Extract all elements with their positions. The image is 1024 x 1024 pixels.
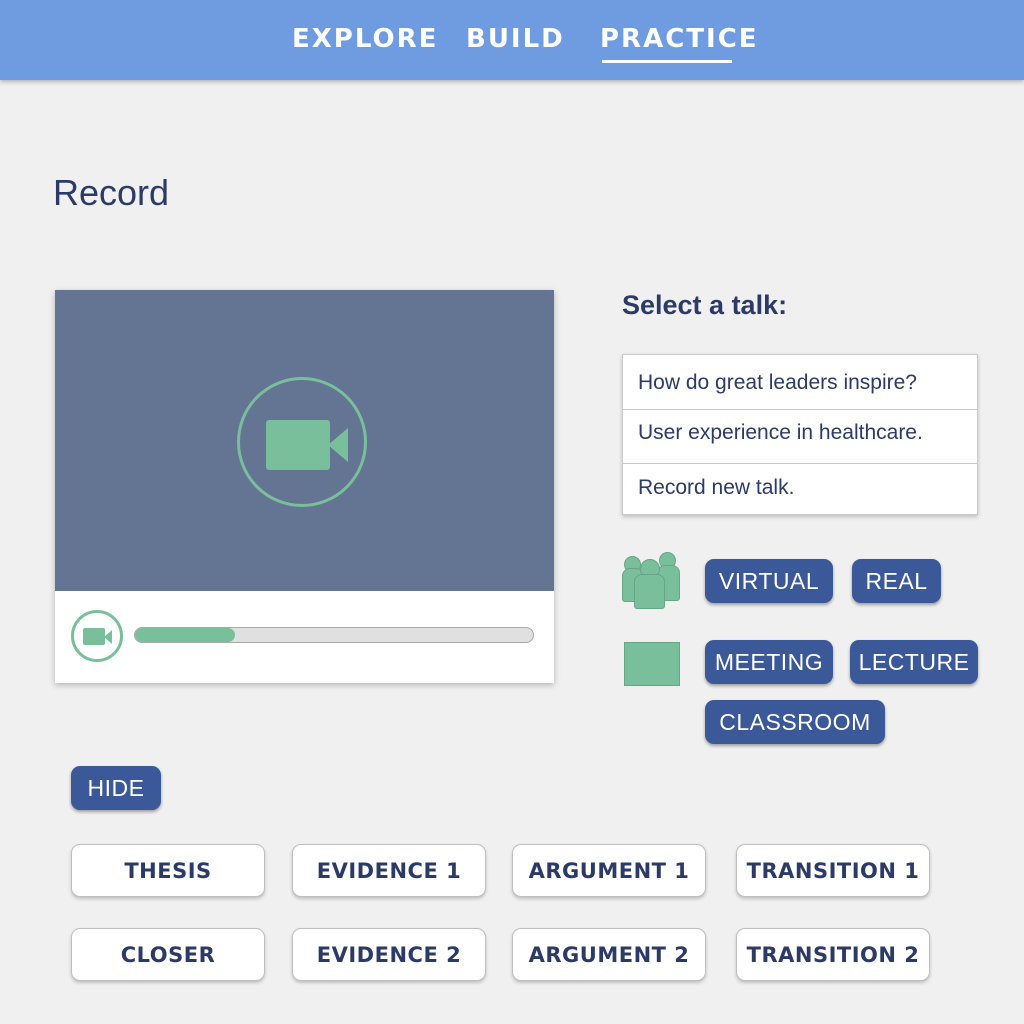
audience-virtual-button[interactable]: VIRTUAL [705,559,833,603]
venue-classroom-button[interactable]: CLASSROOM [705,700,885,744]
structure-chip-closer[interactable]: CLOSER [71,928,265,981]
nav-practice[interactable]: PRACTICE [600,24,759,54]
structure-chip-transition-1[interactable]: TRANSITION 1 [736,844,930,897]
audience-real-button[interactable]: REAL [852,559,941,603]
divider [623,463,977,464]
structure-chip-argument-2[interactable]: ARGUMENT 2 [512,928,706,981]
video-recorder [55,290,554,683]
person-body-center [634,574,665,609]
nav-build[interactable]: BUILD [466,24,565,54]
nav-active-indicator [602,60,732,63]
talk-option[interactable]: User experience in healthcare. [623,421,977,445]
people-icon [622,550,680,610]
divider [623,409,977,410]
camera-lens-shape [328,428,348,462]
structure-chip-thesis[interactable]: THESIS [71,844,265,897]
talk-option[interactable]: How do great leaders inspire? [623,371,977,395]
venue-meeting-button[interactable]: MEETING [705,640,833,684]
structure-chip-argument-1[interactable]: ARGUMENT 1 [512,844,706,897]
video-preview[interactable] [55,290,554,591]
recording-progress-fill [135,628,235,642]
start-recording-button[interactable] [237,377,367,507]
nav-explore[interactable]: EXPLORE [292,24,438,54]
top-nav: EXPLORE BUILD PRACTICE [0,0,1024,80]
select-talk-heading: Select a talk: [622,290,788,320]
hide-button[interactable]: HIDE [71,766,161,810]
page-title: Record [53,172,170,213]
video-camera-icon [266,420,330,470]
venue-lecture-button[interactable]: LECTURE [850,640,978,684]
record-new-talk-option[interactable]: Record new talk. [623,476,977,500]
structure-chip-evidence-1[interactable]: EVIDENCE 1 [292,844,486,897]
video-camera-icon [83,628,105,645]
recording-progress-bar[interactable] [134,627,534,643]
camera-lens-shape [104,630,112,644]
structure-chip-evidence-2[interactable]: EVIDENCE 2 [292,928,486,981]
talk-list: How do great leaders inspire? User exper… [622,354,978,515]
record-toggle-button[interactable] [71,610,123,662]
room-icon [624,642,680,686]
structure-chip-transition-2[interactable]: TRANSITION 2 [736,928,930,981]
